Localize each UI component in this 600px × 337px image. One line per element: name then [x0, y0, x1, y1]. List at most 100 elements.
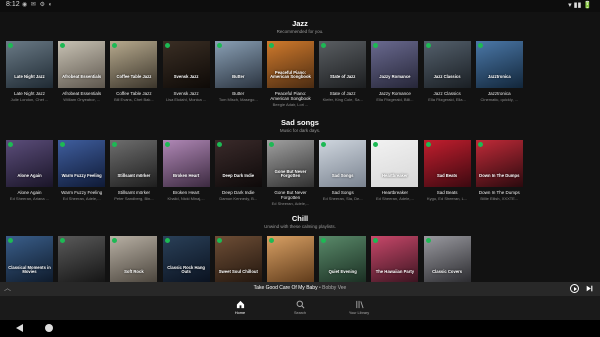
home-feed[interactable]: Jazz Recommended for you. Late Night Jaz… — [0, 12, 600, 282]
cover-text: Classic Covers — [432, 269, 463, 275]
cover-text: Sweet Soul Chillout — [218, 269, 258, 275]
playlist-cover[interactable]: Classic Rock Hang Outs — [162, 236, 210, 282]
playlist-artists: Tom Misch, Masego... — [218, 97, 258, 102]
playlist-cover[interactable]: Jazz Classics — [423, 41, 471, 88]
tab-library[interactable]: Your Library — [339, 300, 379, 315]
playlist-cover[interactable] — [267, 236, 314, 282]
section-subtitle: Recommended for you. — [276, 29, 324, 34]
section-title: Jazz — [292, 19, 308, 28]
tab-label: Home — [234, 311, 246, 315]
search-icon — [296, 300, 304, 309]
cover-text: Deep Dark Indie — [222, 173, 255, 179]
playlist-cover[interactable]: Stillsamt mörker — [110, 140, 158, 187]
playlist-cover[interactable]: Butter — [214, 41, 262, 88]
spotify-logo-icon — [373, 238, 379, 243]
home-icon — [236, 300, 244, 309]
cover-text: Jazz Classics — [433, 74, 461, 80]
status-notification-icons: ◉ ✉ ⚙ ◐ — [22, 2, 54, 8]
playlist-cover[interactable]: Sweet Soul Chillout — [214, 236, 262, 282]
spotify-logo-icon — [112, 238, 118, 243]
playlist-title: Stillsamt mörker — [117, 190, 151, 195]
track-title: Take Good Care Of My Baby — [253, 285, 318, 291]
cover-text: Peaceful Piano: American Songbook — [270, 69, 311, 80]
playlist-artists: Ed Sheeran, Ariana ... — [9, 196, 50, 201]
spotify-logo-icon — [8, 238, 13, 243]
home-circle-icon[interactable] — [45, 324, 53, 332]
cover-text: Jazzy Romance — [379, 74, 411, 80]
spotify-logo-icon — [60, 43, 66, 48]
spotify-logo-icon — [8, 43, 13, 48]
cover-text: Stillsamt mörker — [117, 173, 151, 179]
spotify-logo-icon — [60, 142, 66, 147]
cover-text: Late Night Jazz — [14, 74, 45, 80]
playlist-cover[interactable]: Classical Moments in Movies — [6, 236, 53, 282]
playlist-cover[interactable]: Jazzy Romance — [371, 41, 419, 88]
playlist-title: Heartbreaker — [381, 190, 409, 195]
playlist-cover[interactable]: Coffee Table Jazz — [110, 41, 158, 88]
cover-text: Jazztronica — [487, 74, 511, 80]
spotify-logo-icon — [216, 142, 222, 147]
cover-text: State of Jazz — [330, 74, 356, 80]
playlist-title: Butter — [232, 91, 245, 96]
back-icon[interactable] — [16, 324, 23, 332]
playlist-artists: Peter Sandberg, Bin... — [114, 196, 154, 201]
playlist-cover[interactable]: Jazztronica — [475, 41, 523, 88]
playlist-artists: Ella Fitzgerald, Billi... — [376, 97, 414, 102]
playlist-cover[interactable]: Late Night Jazz — [6, 41, 53, 88]
playlist-cover[interactable]: State of Jazz — [319, 41, 367, 88]
playlist-cover[interactable]: Deep Dark Indie — [214, 140, 262, 187]
cover-text: Quiet Evening — [328, 269, 357, 275]
spotify-logo-icon — [425, 43, 431, 48]
cover-text: Down In The Dumps — [479, 173, 520, 179]
playlist-cover[interactable]: Quiet Evening — [319, 236, 367, 282]
status-system-icons: ▾ ▮▮ 🔋 — [568, 2, 592, 9]
playlist-cover[interactable]: Alone Again — [6, 140, 53, 187]
playlist-artists: Lisa Ekdahl, Monica ... — [165, 97, 207, 102]
playlist-cover[interactable]: Sad Beats — [423, 140, 471, 187]
skip-next-icon[interactable] — [586, 285, 593, 292]
status-bar: 8:12 ◉ ✉ ⚙ ◐ ▾ ▮▮ 🔋 — [0, 0, 600, 12]
playlist-cover[interactable]: Sad Songs — [319, 140, 367, 187]
playlist-cover[interactable]: Heartbreaker — [371, 140, 419, 187]
play-button[interactable] — [570, 284, 579, 293]
playlist-title: Jazztronica — [487, 91, 511, 96]
playlist-artists: Kygo, Ed Sheeran, L... — [426, 196, 468, 201]
playlist-artists: Kiefer, King Cole, Sa... — [322, 97, 363, 102]
now-playing-bar[interactable]: ︿ Take Good Care Of My Baby • Bobby Vee — [0, 282, 600, 296]
playlist-title: Jazzy Romance — [378, 91, 411, 96]
playlist-cover[interactable]: Soft Rock — [110, 236, 158, 282]
cover-text: Afrobeat Essentials — [62, 74, 102, 80]
playlist-cover[interactable]: The Hawaiian Party — [371, 236, 419, 282]
cover-text: The Hawaiian Party — [375, 269, 415, 275]
playlist-cover[interactable] — [58, 236, 106, 282]
tab-label: Your Library — [348, 311, 370, 315]
cover-text: Svensk Jazz — [173, 74, 199, 80]
playlist-artists: Cinematic, quickly, ... — [480, 97, 519, 102]
playlist-title: Deep Dark Indie — [222, 190, 255, 195]
tab-home[interactable]: Home — [220, 300, 260, 315]
playlist-title: Coffee Table Jazz — [116, 91, 152, 96]
now-playing-info[interactable]: Take Good Care Of My Baby • Bobby Vee — [0, 285, 600, 291]
cover-text: Soft Rock — [124, 269, 144, 275]
playlist-artists: Khalid, Nicki Minaj,... — [167, 196, 205, 201]
playlist-title: Alone Again — [17, 190, 42, 195]
spotify-logo-icon — [112, 43, 118, 48]
playlist-title: Svensk Jazz — [173, 91, 199, 96]
playlist-cover[interactable]: Warm Fuzzy Feeling — [58, 140, 106, 187]
playlist-cover[interactable]: Broken Heart — [162, 140, 210, 187]
playlist-cover[interactable]: Classic Covers — [423, 236, 471, 282]
playlist-artists: Ed Sheeran, Adele,... — [62, 196, 101, 201]
playlist-cover[interactable]: Down In The Dumps — [475, 140, 523, 187]
playlist-cover[interactable]: Gone But Never Forgotten — [267, 140, 314, 187]
bottom-tab-bar: Home Search Your Library — [0, 296, 600, 320]
playlist-artists: Billie Eilish, XXXTE... — [480, 196, 519, 201]
playlist-cover[interactable]: Svensk Jazz — [162, 41, 210, 88]
tab-search[interactable]: Search — [280, 300, 320, 315]
spotify-logo-icon — [425, 142, 431, 147]
cover-text: Butter — [232, 74, 245, 80]
playlist-title: State of Jazz — [329, 91, 356, 96]
section-title: Chill — [291, 214, 309, 223]
playlist-cover[interactable]: Afrobeat Essentials — [58, 41, 106, 88]
playlist-cover[interactable]: Peaceful Piano: American Songbook — [267, 41, 314, 88]
playlist-title: Sad Songs — [331, 190, 354, 195]
